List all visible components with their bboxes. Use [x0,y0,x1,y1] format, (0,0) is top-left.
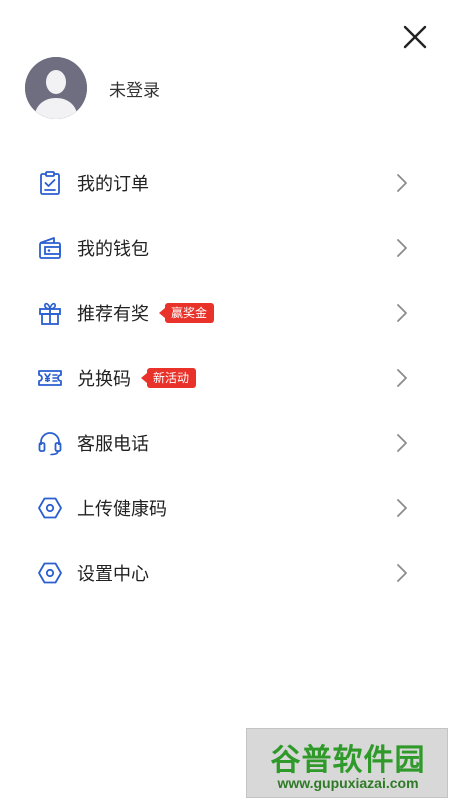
hexagon-icon [37,495,63,521]
chevron-right-icon [394,172,410,194]
avatar[interactable] [25,57,87,119]
default-avatar-icon [25,57,87,119]
watermark-title: 谷普软件园 [270,743,426,778]
gift-icon [37,300,63,326]
chevron-right-icon [394,302,410,324]
chevron-right-icon [394,367,410,389]
menu-item-wallet[interactable]: 我的钱包 [0,215,450,280]
chevron-right-icon [394,497,410,519]
menu-item-referral[interactable]: 推荐有奖 赢奖金 [0,280,450,345]
chevron-right-icon [394,562,410,584]
menu-label: 设置中心 [77,563,149,585]
event-badge: 新活动 [140,367,197,388]
menu-label: 推荐有奖 [77,303,149,325]
menu-label: 兑换码 [77,368,131,390]
close-button[interactable] [398,20,432,54]
login-status[interactable]: 未登录 [109,76,160,101]
close-icon [403,25,427,49]
menu-item-redeem[interactable]: 兑换码 新活动 [0,345,450,410]
profile-header[interactable]: 未登录 [25,57,160,119]
menu-item-service[interactable]: 客服电话 [0,410,450,475]
menu-label: 客服电话 [77,433,149,455]
menu-label: 我的订单 [77,173,149,195]
menu-item-health-code[interactable]: 上传健康码 [0,475,450,540]
site-watermark: 谷普软件园 www.gupuxiazai.com [246,728,448,798]
chevron-right-icon [394,237,410,259]
menu-item-orders[interactable]: 我的订单 [0,150,450,215]
clipboard-check-icon [37,170,63,196]
reward-badge: 赢奖金 [158,302,215,323]
chevron-right-icon [394,432,410,454]
yen-ticket-icon [37,365,63,391]
wallet-icon [37,235,63,261]
watermark-url: www.gupuxiazai.com [277,775,419,791]
menu-label: 我的钱包 [77,238,149,260]
hexagon-icon [37,560,63,586]
drawer-menu: 我的订单 我的钱包 推荐有奖 赢奖金 兑换码 新活动 客服电话 上传健康码 设置… [0,150,450,605]
menu-label: 上传健康码 [77,498,167,520]
menu-item-settings[interactable]: 设置中心 [0,540,450,605]
headset-icon [37,430,63,456]
